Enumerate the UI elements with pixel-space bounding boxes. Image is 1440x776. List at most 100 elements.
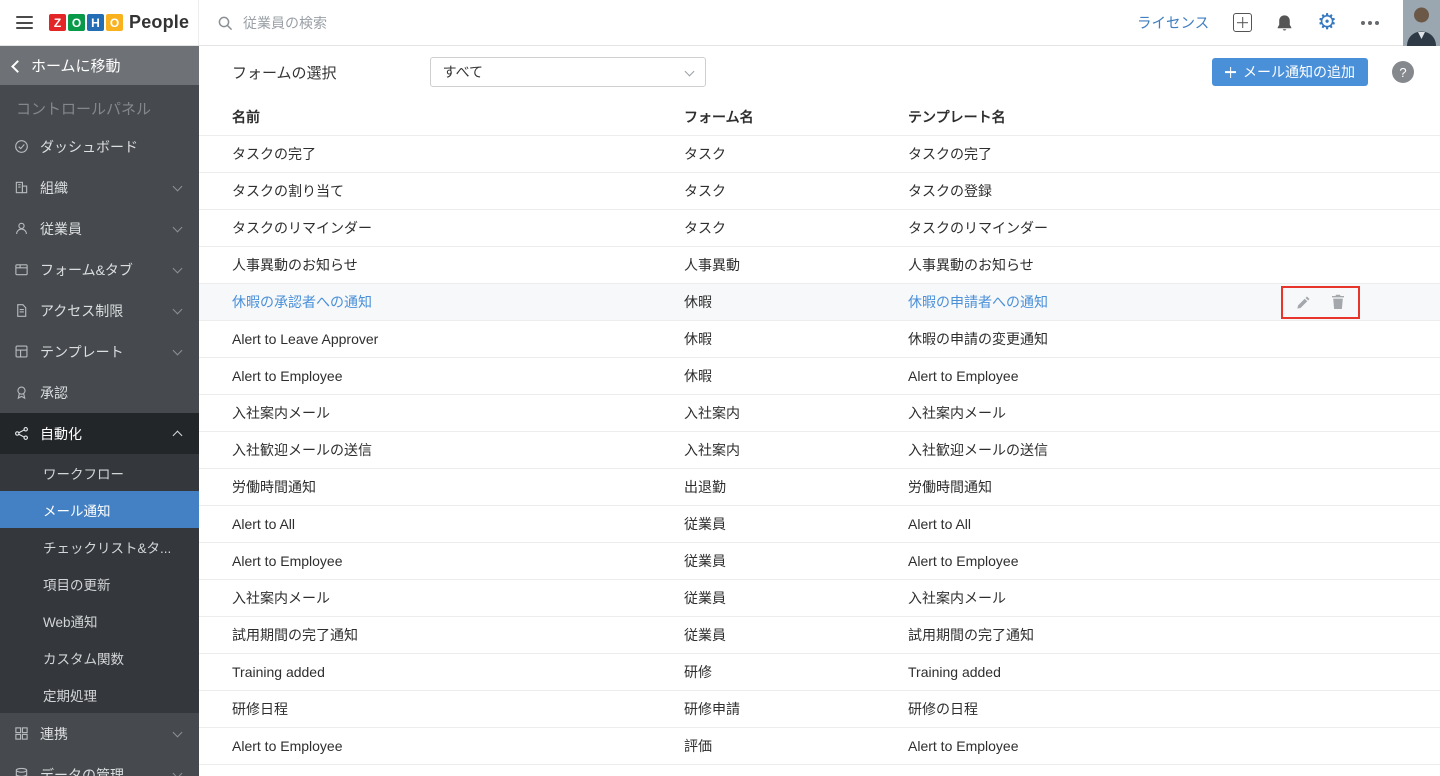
sidebar-item-employees[interactable]: 従業員 xyxy=(0,208,199,249)
cell-name[interactable]: タスクの割り当て xyxy=(232,181,684,201)
cell-name[interactable]: Alert to Employee xyxy=(232,738,684,754)
logo-letter: O xyxy=(106,14,123,31)
add-new-icon[interactable] xyxy=(1233,13,1253,32)
add-email-notification-button[interactable]: メール通知の追加 xyxy=(1212,58,1368,86)
cell-name[interactable]: Alert to Employee xyxy=(232,368,684,384)
cell-name[interactable]: タスクのリマインダー xyxy=(232,218,684,238)
cell-template[interactable]: 休暇の申請の変更通知 xyxy=(908,329,1440,349)
hamburger-menu-icon[interactable] xyxy=(14,12,35,33)
table-row[interactable]: タスクの完了 タスク タスクの完了 xyxy=(199,136,1440,173)
sidebar-item-templates[interactable]: テンプレート xyxy=(0,331,199,372)
edit-pencil-icon[interactable] xyxy=(1296,295,1311,310)
cell-name[interactable]: Training added xyxy=(232,664,684,680)
sidebar-subitem-workflow[interactable]: ワークフロー xyxy=(0,454,199,491)
cell-template[interactable]: 休暇の申請者への通知 xyxy=(908,292,1281,312)
cell-name[interactable]: 人事異動のお知らせ xyxy=(232,255,684,275)
cell-template[interactable]: タスクのリマインダー xyxy=(908,218,1440,238)
table-row[interactable]: 休暇の承認者への通知 休暇 休暇の申請者への通知 xyxy=(199,284,1440,321)
table-row[interactable]: タスクのリマインダー タスク タスクのリマインダー xyxy=(199,210,1440,247)
cell-name[interactable]: Alert to All xyxy=(232,516,684,532)
back-to-home[interactable]: ホームに移動 xyxy=(0,46,199,85)
table-row[interactable]: タスクの割り当て タスク タスクの登録 xyxy=(199,173,1440,210)
cell-template[interactable]: Alert to Employee xyxy=(908,553,1440,569)
cell-name[interactable]: 入社案内メール xyxy=(232,403,684,423)
cell-name[interactable]: タスクの完了 xyxy=(232,144,684,164)
sidebar-subitem-custom-functions[interactable]: カスタム関数 xyxy=(0,639,199,676)
license-link[interactable]: ライセンス xyxy=(1137,12,1209,33)
cell-name[interactable]: 休暇の承認者への通知 xyxy=(232,292,684,312)
cell-form: 人事異動 xyxy=(684,257,740,273)
table-row[interactable]: 入社案内メール 入社案内 入社案内メール xyxy=(199,395,1440,432)
cell-name[interactable]: 研修日程 xyxy=(232,699,684,719)
table-row[interactable]: 研修日程 研修申請 研修の日程 xyxy=(199,691,1440,728)
cell-name[interactable]: 労働時間通知 xyxy=(232,477,684,497)
cell-form: 研修 xyxy=(684,664,712,680)
more-options-icon[interactable] xyxy=(1361,17,1379,29)
cell-template[interactable]: 入社歓迎メールの送信 xyxy=(908,440,1440,460)
sidebar-subitem-email-notifications[interactable]: メール通知 xyxy=(0,491,199,528)
cell-template[interactable]: 入社案内メール xyxy=(908,403,1440,423)
cell-form: 休暇 xyxy=(684,368,712,384)
chevron-down-icon xyxy=(172,768,183,776)
sidebar-item-approvals[interactable]: 承認 xyxy=(0,372,199,413)
user-avatar[interactable] xyxy=(1403,0,1440,46)
sidebar-item-organization[interactable]: 組織 xyxy=(0,167,199,208)
cell-template[interactable]: 研修の日程 xyxy=(908,699,1440,719)
table-row[interactable]: 入社案内メール 従業員 入社案内メール xyxy=(199,580,1440,617)
table-body: タスクの完了 タスク タスクの完了 タスクの割り当て タスク タスクの登録 タス… xyxy=(199,136,1440,765)
chevron-down-icon xyxy=(172,181,183,191)
settings-gear-icon[interactable] xyxy=(1317,12,1337,34)
cell-template[interactable]: Alert to Employee xyxy=(908,368,1440,384)
cell-template[interactable]: タスクの完了 xyxy=(908,144,1440,164)
notifications-bell-icon[interactable] xyxy=(1276,14,1293,32)
cell-form: タスク xyxy=(684,146,726,162)
cell-name[interactable]: Alert to Employee xyxy=(232,553,684,569)
help-button[interactable]: ? xyxy=(1392,61,1414,83)
cell-name[interactable]: 試用期間の完了通知 xyxy=(232,625,684,645)
sidebar-item-label: アクセス制限 xyxy=(40,302,124,319)
delete-trash-icon[interactable] xyxy=(1331,294,1345,310)
sidebar-item-forms-tabs[interactable]: フォーム&タブ xyxy=(0,249,199,290)
cell-name[interactable]: 入社歓迎メールの送信 xyxy=(232,440,684,460)
cell-template[interactable]: Training added xyxy=(908,664,1440,680)
form-select-dropdown[interactable]: すべて xyxy=(429,57,706,87)
cell-form: 研修申請 xyxy=(684,701,740,717)
sidebar-subitem-field-updates[interactable]: 項目の更新 xyxy=(0,565,199,602)
column-header-form: フォーム名 xyxy=(684,108,754,125)
zoho-people-logo[interactable]: Z O H O People xyxy=(49,12,189,33)
column-header-template: テンプレート名 xyxy=(908,108,1006,125)
sidebar-subitem-checklist[interactable]: チェックリスト&タ... xyxy=(0,528,199,565)
cell-template[interactable]: タスクの登録 xyxy=(908,181,1440,201)
cell-name[interactable]: 入社案内メール xyxy=(232,588,684,608)
cell-template[interactable]: Alert to Employee xyxy=(908,738,1440,754)
logo-letter: H xyxy=(87,14,104,31)
cell-template[interactable]: 人事異動のお知らせ xyxy=(908,255,1440,275)
table-row[interactable]: 試用期間の完了通知 従業員 試用期間の完了通知 xyxy=(199,617,1440,654)
sidebar-item-access-restrictions[interactable]: アクセス制限 xyxy=(0,290,199,331)
cell-template[interactable]: 入社案内メール xyxy=(908,588,1440,608)
cell-form: 休暇 xyxy=(684,294,712,310)
cell-template[interactable]: 試用期間の完了通知 xyxy=(908,625,1440,645)
sidebar: ホームに移動 コントロールパネル ダッシュボード 組織 従業員 フォーム&タブ … xyxy=(0,46,199,776)
table-row[interactable]: 人事異動のお知らせ 人事異動 人事異動のお知らせ xyxy=(199,247,1440,284)
table-row[interactable]: 入社歓迎メールの送信 入社案内 入社歓迎メールの送信 xyxy=(199,432,1440,469)
sidebar-item-data-management[interactable]: データの管理 xyxy=(0,754,199,776)
employee-search-input[interactable] xyxy=(243,14,563,31)
sidebar-item-dashboard[interactable]: ダッシュボード xyxy=(0,126,199,167)
table-row[interactable]: Training added 研修 Training added xyxy=(199,654,1440,691)
cell-template[interactable]: Alert to All xyxy=(908,516,1440,532)
table-row[interactable]: Alert to Employee 従業員 Alert to Employee xyxy=(199,543,1440,580)
sidebar-item-integration[interactable]: 連携 xyxy=(0,713,199,754)
table-row[interactable]: Alert to Employee 休暇 Alert to Employee xyxy=(199,358,1440,395)
table-row[interactable]: Alert to All 従業員 Alert to All xyxy=(199,506,1440,543)
cell-name[interactable]: Alert to Leave Approver xyxy=(232,331,684,347)
table-row[interactable]: Alert to Leave Approver 休暇 休暇の申請の変更通知 xyxy=(199,321,1440,358)
table-row[interactable]: Alert to Employee 評価 Alert to Employee xyxy=(199,728,1440,765)
cell-template[interactable]: 労働時間通知 xyxy=(908,477,1440,497)
sidebar-item-automation[interactable]: 自動化 xyxy=(0,413,199,454)
sidebar-subitem-web-notifications[interactable]: Web通知 xyxy=(0,602,199,639)
sidebar-item-label: 従業員 xyxy=(40,220,82,237)
sidebar-subitem-scheduled-actions[interactable]: 定期処理 xyxy=(0,676,199,713)
sidebar-item-label: ダッシュボード xyxy=(40,138,138,155)
table-row[interactable]: 労働時間通知 出退勤 労働時間通知 xyxy=(199,469,1440,506)
